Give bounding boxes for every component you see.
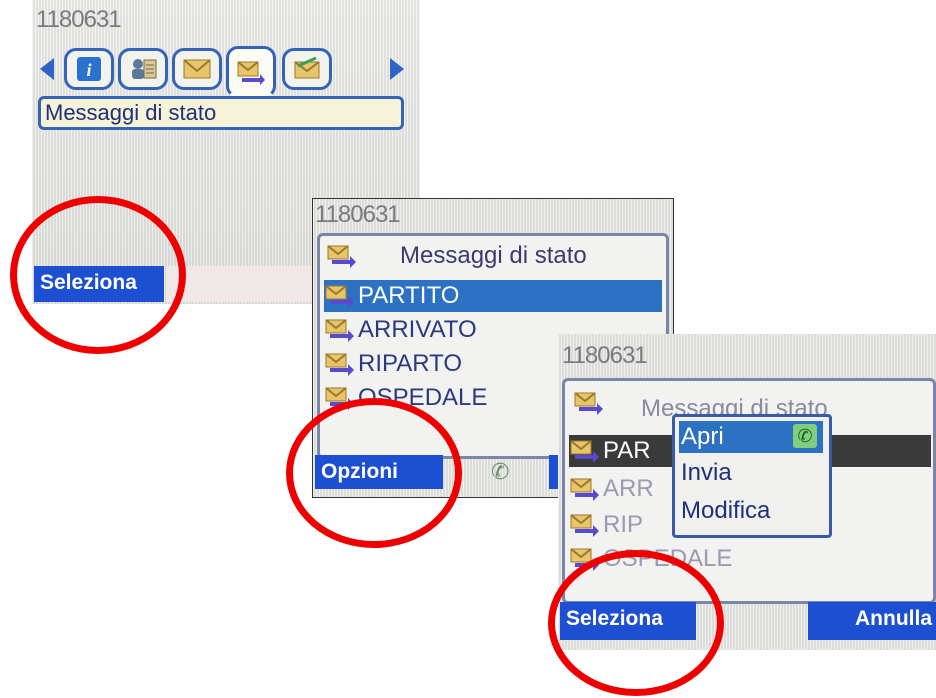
list-item-label: RIPARTO [358, 350, 463, 377]
popup-item-send[interactable]: Invia [679, 457, 823, 489]
svg-text:i: i [86, 60, 91, 80]
list-item-label: ARRIVATO [358, 316, 477, 343]
phone-icon: ✆ [793, 424, 817, 448]
info-icon: i [77, 57, 101, 81]
tab-phonebook[interactable] [118, 48, 168, 90]
status-message-icon [325, 285, 354, 308]
arrow-right-icon[interactable] [390, 58, 404, 80]
status-message-icon [237, 61, 265, 85]
device-number: 1180631 [36, 6, 122, 33]
status-message-icon [325, 353, 354, 376]
popup-item-edit[interactable]: Modifica [679, 495, 823, 527]
list-item[interactable]: PARTITO [324, 280, 662, 312]
arrow-left-icon[interactable] [40, 58, 54, 80]
highlight-circle [286, 398, 462, 548]
status-message-icon [574, 392, 603, 415]
status-message-icon [327, 245, 356, 268]
cancel-softkey[interactable]: Annulla [808, 602, 936, 640]
status-message-icon [325, 319, 354, 342]
popup-item-label: Apri [681, 423, 724, 450]
highlight-circle [10, 196, 186, 354]
tab-messages[interactable] [172, 48, 222, 90]
status-message-icon [570, 514, 599, 537]
tab-info[interactable]: i [64, 48, 114, 90]
highlight-circle [548, 550, 724, 696]
phone-icon: ✆ [491, 459, 510, 484]
device-number: 1180631 [315, 201, 401, 228]
status-message-icon [570, 478, 599, 501]
list-item[interactable]: ARRIVATO [324, 314, 477, 346]
list-title: Messaggi di stato [400, 242, 587, 269]
menu-title: Messaggi di stato [38, 96, 404, 130]
list-item[interactable]: RIP [569, 509, 643, 541]
list-item-label: RIP [603, 511, 644, 538]
phonebook-icon [132, 59, 157, 79]
list-item[interactable]: RIPARTO [324, 348, 462, 380]
device-number: 1180631 [562, 342, 648, 369]
options-popup: Apri ✆ Invia Modifica [672, 414, 832, 538]
envelope-icon [183, 59, 211, 79]
tab-bar: i [38, 44, 406, 98]
tab-status-messages[interactable] [226, 46, 276, 98]
tab-send-messages[interactable] [282, 48, 332, 90]
envelope-send-icon [294, 56, 320, 79]
list-item-label: ARR [603, 475, 654, 502]
status-message-icon [570, 440, 599, 463]
list-item-label: PARTITO [358, 282, 460, 309]
popup-item-open[interactable]: Apri ✆ [679, 421, 823, 453]
list-item[interactable]: ARR [569, 473, 654, 505]
list-item-label: PAR [603, 437, 651, 464]
